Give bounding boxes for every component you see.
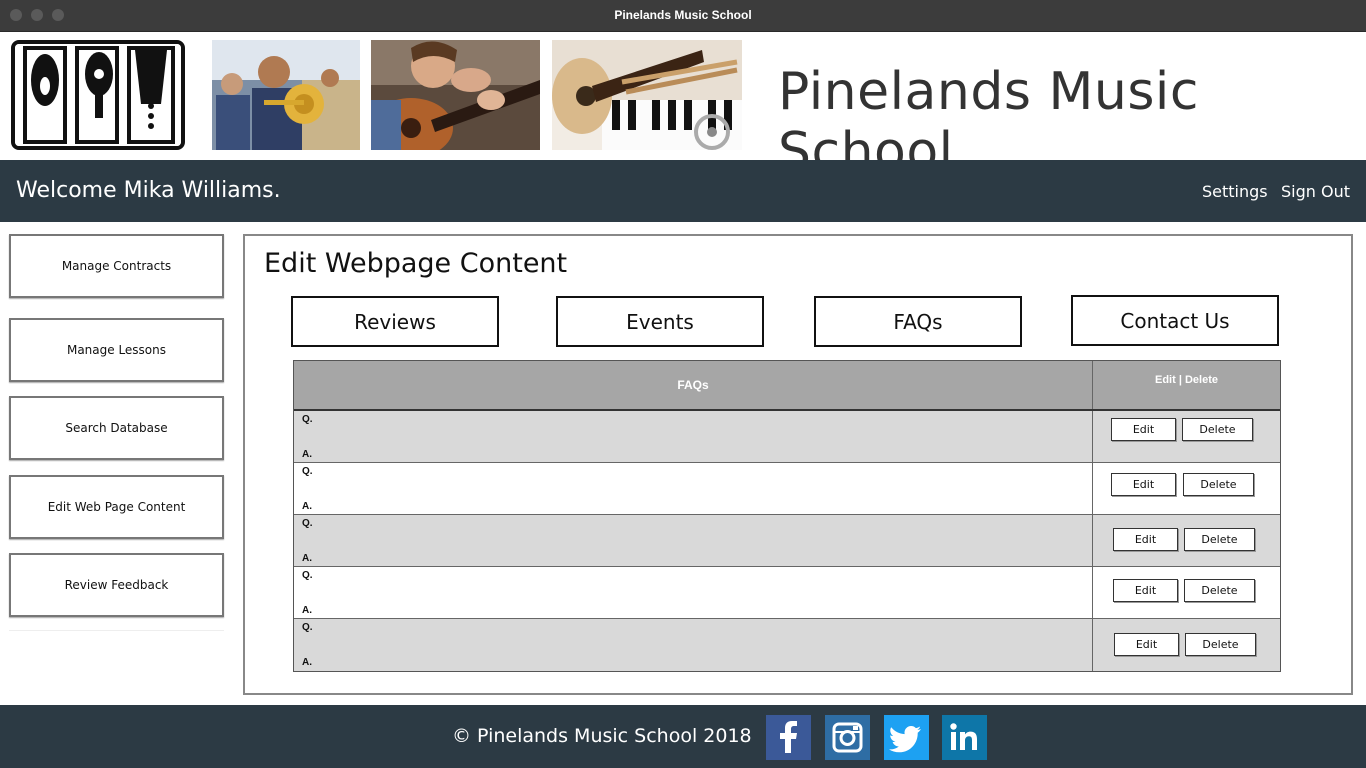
footer: © Pinelands Music School 2018	[0, 705, 1366, 768]
edit-button[interactable]: Edit	[1114, 633, 1179, 656]
sidebar-item-manage-lessons[interactable]: Manage Lessons	[9, 318, 224, 382]
twitter-icon[interactable]	[884, 715, 929, 760]
trumpet-students-photo	[212, 40, 360, 150]
tab-events[interactable]: Events	[556, 296, 764, 347]
page-title: Edit Webpage Content	[264, 248, 568, 279]
answer-label: A.	[302, 449, 312, 460]
copyright-text: © Pinelands Music School 2018	[452, 725, 752, 747]
table-row: Q. A. Edit Delete	[294, 463, 1280, 515]
music-logo-icon	[15, 44, 181, 146]
edit-button[interactable]: Edit	[1113, 579, 1178, 602]
column-header-actions: Edit | Delete	[1092, 361, 1280, 409]
linkedin-icon[interactable]	[942, 715, 987, 760]
trumpet-image	[212, 40, 360, 150]
delete-button[interactable]: Delete	[1184, 528, 1255, 551]
edit-button[interactable]: Edit	[1111, 473, 1176, 496]
edit-button[interactable]: Edit	[1113, 528, 1178, 551]
window-title: Pinelands Music School	[614, 8, 752, 22]
sign-out-link[interactable]: Sign Out	[1281, 182, 1350, 201]
question-label: Q.	[302, 466, 313, 477]
column-divider	[1092, 515, 1093, 566]
answer-label: A.	[302, 605, 312, 616]
facebook-icon[interactable]	[766, 715, 811, 760]
top-navbar: Welcome Mika Williams. Settings Sign Out	[0, 160, 1366, 222]
table-row: Q. A. Edit Delete	[294, 411, 1280, 463]
column-divider	[1092, 411, 1093, 462]
delete-button[interactable]: Delete	[1184, 579, 1255, 602]
edit-button[interactable]: Edit	[1111, 418, 1176, 441]
sidebar-item-search-database[interactable]: Search Database	[9, 396, 224, 460]
column-divider	[1092, 463, 1093, 514]
tab-contact-us[interactable]: Contact Us	[1071, 295, 1279, 346]
delete-button[interactable]: Delete	[1185, 633, 1256, 656]
guitar-lesson-image	[371, 40, 540, 150]
school-logo	[11, 40, 185, 150]
tab-faqs[interactable]: FAQs	[814, 296, 1022, 347]
instagram-icon[interactable]	[825, 715, 870, 760]
sidebar-divider	[9, 630, 224, 631]
table-row: Q. A. Edit Delete	[294, 515, 1280, 567]
instruments-photo	[552, 40, 742, 150]
answer-label: A.	[302, 657, 312, 668]
guitar-student-photo	[371, 40, 540, 150]
answer-label: A.	[302, 553, 312, 564]
settings-link[interactable]: Settings	[1202, 182, 1268, 201]
question-label: Q.	[302, 622, 313, 633]
tab-reviews[interactable]: Reviews	[291, 296, 499, 347]
sidebar-item-manage-contracts[interactable]: Manage Contracts	[9, 234, 224, 298]
delete-button[interactable]: Delete	[1182, 418, 1253, 441]
sidebar-item-edit-web-page-content[interactable]: Edit Web Page Content	[9, 475, 224, 539]
table-header: FAQs Edit | Delete	[294, 361, 1280, 411]
delete-button[interactable]: Delete	[1183, 473, 1254, 496]
header-banner: Pinelands Music School	[0, 32, 1366, 182]
column-divider	[1092, 619, 1093, 671]
sidebar-item-review-feedback[interactable]: Review Feedback	[9, 553, 224, 617]
question-label: Q.	[302, 518, 313, 529]
faq-table: FAQs Edit | Delete Q. A. Edit Delete Q. …	[293, 360, 1281, 672]
table-row: Q. A. Edit Delete	[294, 567, 1280, 619]
column-header-faqs: FAQs	[677, 378, 709, 392]
table-row: Q. A. Edit Delete	[294, 619, 1280, 671]
question-label: Q.	[302, 414, 313, 425]
ukulele-piano-image	[552, 40, 742, 150]
welcome-message: Welcome Mika Williams.	[16, 178, 281, 203]
column-divider	[1092, 567, 1093, 618]
window-titlebar: Pinelands Music School	[0, 0, 1366, 32]
answer-label: A.	[302, 501, 312, 512]
question-label: Q.	[302, 570, 313, 581]
